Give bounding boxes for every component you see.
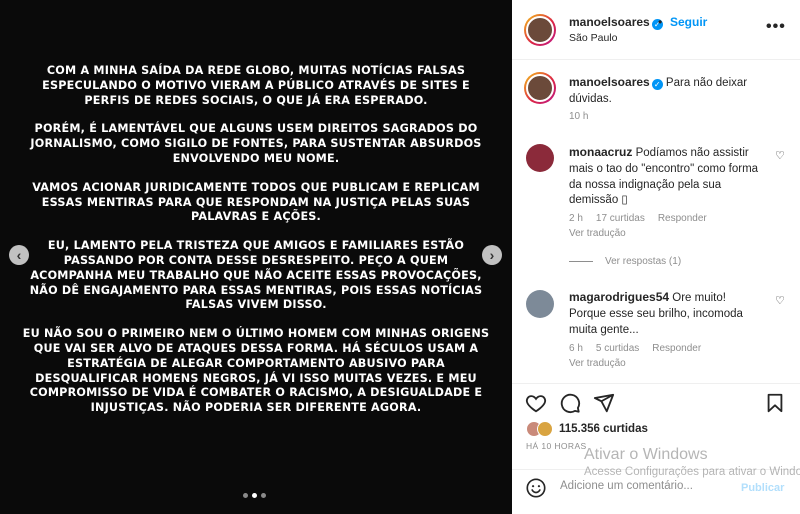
carousel-prev-button[interactable]: ‹ [9, 245, 29, 265]
replies-divider [569, 261, 593, 262]
comment-reply-button[interactable]: Responder [652, 343, 701, 354]
author-avatar[interactable] [524, 14, 556, 46]
more-options-icon[interactable]: ••• [766, 18, 786, 36]
post-paragraph-5: Eu não sou o primeiro nem o último homem… [22, 327, 490, 415]
liker-avatar [537, 421, 553, 437]
caption-avatar[interactable] [524, 72, 556, 104]
comment-meta: 2 h 17 curtidas Responder [569, 213, 707, 224]
publish-button[interactable]: Publicar [741, 482, 784, 494]
comment-time: 2 h [569, 213, 583, 224]
comment-like-icon[interactable]: ♡ [775, 149, 785, 162]
comment-item: monaacruz Podíamos não assistir mais o t… [569, 145, 765, 209]
post-paragraph-1: Com a minha saída da Rede Globo, muitas … [42, 64, 470, 107]
comment-input[interactable] [560, 480, 740, 492]
see-translation-link[interactable]: Ver tradução [569, 228, 626, 239]
author-username-row: manoelsoares ✓ [569, 15, 663, 30]
chevron-right-icon: › [489, 247, 495, 263]
post-media: Com a minha saída da Rede Globo, muitas … [0, 0, 512, 514]
divider [512, 469, 800, 470]
caption-username[interactable]: manoelsoares [569, 75, 650, 89]
post-paragraph-3: Vamos acionar juridicamente todos que pu… [32, 180, 480, 224]
post-paragraph-2: Porém, é lamentável que alguns usem dire… [30, 122, 482, 165]
comment-likes[interactable]: 17 curtidas [596, 213, 645, 224]
bookmark-icon[interactable] [764, 392, 786, 414]
emoji-icon[interactable] [525, 477, 547, 499]
comment-username[interactable]: monaacruz [569, 145, 632, 159]
carousel-dot [243, 493, 248, 498]
carousel-dot-active [252, 493, 257, 498]
likes-count[interactable]: 115.356 curtidas [559, 423, 648, 435]
header-separator: • [658, 15, 663, 29]
comment-reply-button[interactable]: Responder [658, 213, 707, 224]
comment-like-icon[interactable]: ♡ [775, 294, 785, 307]
likers-avatars[interactable] [526, 421, 553, 437]
comment-meta: 6 h 5 curtidas Responder [569, 343, 701, 354]
chevron-left-icon: ‹ [16, 247, 22, 263]
verified-icon: ✓ [651, 79, 663, 90]
view-replies-label[interactable]: Ver respostas (1) [605, 256, 681, 267]
post-paragraph-4: Eu, lamento pela tristeza que amigos e f… [29, 239, 483, 312]
follow-button[interactable]: Seguir [670, 15, 707, 29]
share-icon[interactable] [593, 392, 615, 414]
post-image-text: Com a minha saída da Rede Globo, muitas … [22, 64, 490, 430]
post-timestamp: HÁ 10 HORAS [526, 441, 587, 451]
carousel-next-button[interactable]: › [482, 245, 502, 265]
comment-likes[interactable]: 5 curtidas [596, 343, 639, 354]
author-username[interactable]: manoelsoares [569, 15, 650, 29]
comment-username[interactable]: magarodrigues54 [569, 290, 669, 304]
heart-icon[interactable] [525, 392, 547, 414]
carousel-dot [261, 493, 266, 498]
view-replies-link[interactable]: Ver respostas (1) [569, 256, 681, 267]
post-location[interactable]: São Paulo [569, 32, 617, 44]
comment-avatar[interactable] [526, 144, 554, 172]
post-side-panel: manoelsoares ✓ • Seguir São Paulo ••• man… [512, 0, 800, 514]
divider [512, 383, 800, 384]
post-caption: manoelsoares ✓ Para não deixar dúvidas. [569, 74, 769, 107]
comment-avatar[interactable] [526, 290, 554, 318]
comment-time: 6 h [569, 343, 583, 354]
comment-icon[interactable] [559, 392, 581, 414]
caption-timestamp: 10 h [569, 111, 589, 122]
see-translation-link[interactable]: Ver tradução [569, 358, 626, 369]
comment-item: magarodrigues54 Ore muito! Porque esse s… [569, 290, 765, 338]
post-header: manoelsoares ✓ • Seguir São Paulo ••• [512, 0, 800, 60]
carousel-indicator [243, 493, 266, 498]
